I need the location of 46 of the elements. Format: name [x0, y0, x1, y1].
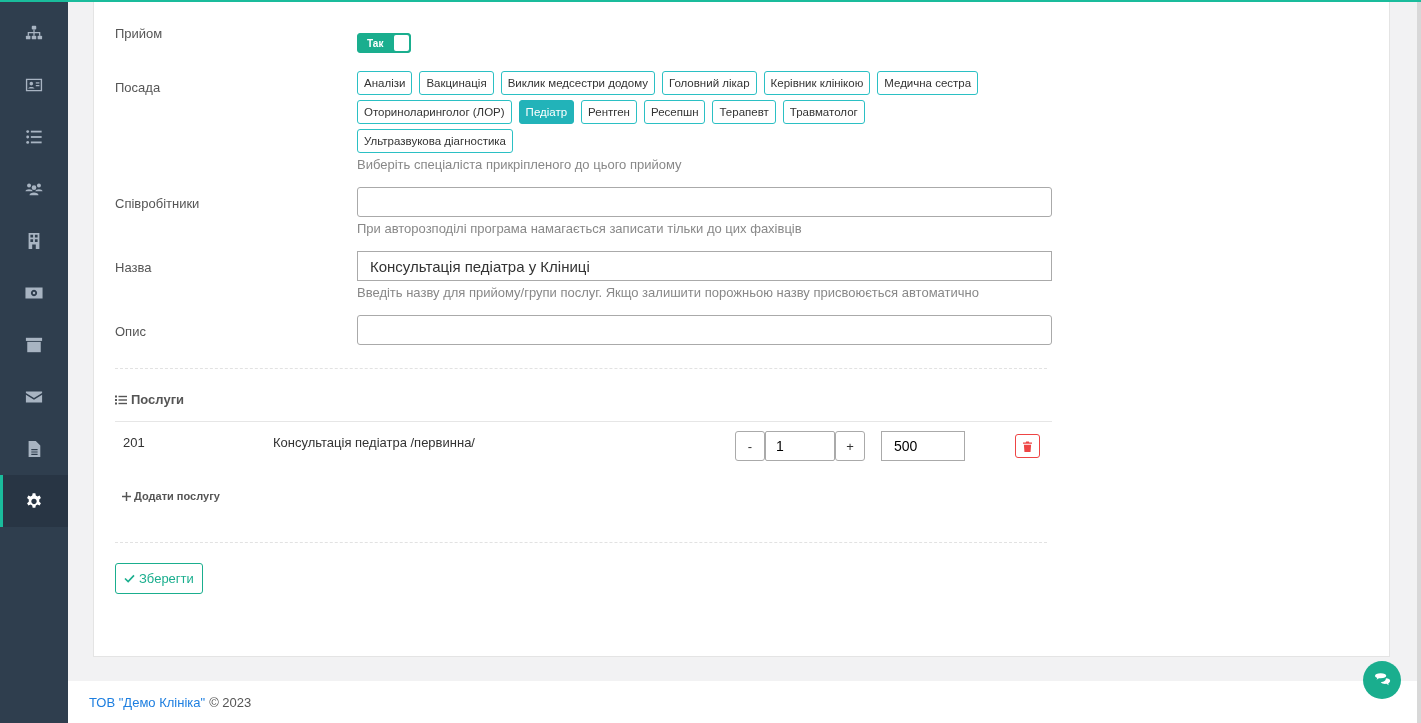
field-label: Прийом: [115, 25, 164, 43]
settings-icon: [25, 492, 43, 510]
field-label: Посада: [115, 79, 162, 97]
help-text: Введіть назву для прийому/групи послуг. Якщо залишити порожньою назву присвоюється автоматично: [357, 285, 980, 300]
position-option[interactable]: Аналізи: [357, 71, 413, 95]
sidebar-item[interactable]: [0, 475, 68, 527]
quantity-field[interactable]: 1: [765, 431, 835, 461]
description-field[interactable]: [357, 315, 1052, 345]
service-name: Консультація педіатра /первинна/: [273, 434, 476, 450]
position-option[interactable]: Виклик медсестри додому: [500, 71, 655, 95]
increase-button[interactable]: +: [835, 431, 865, 461]
position-option[interactable]: Рентген: [581, 100, 637, 124]
add-service-link[interactable]: Додати послугу: [122, 490, 220, 502]
chat-button[interactable]: [1363, 661, 1401, 699]
list-icon: [25, 128, 43, 146]
help-text: При авторозподілі програма намагається записати тільки до цих фахівців: [357, 221, 803, 236]
field-label: Назва: [115, 259, 153, 277]
field-label: Співробітники: [115, 195, 201, 213]
position-option[interactable]: Вакцинація: [419, 71, 494, 95]
checkmark-icon: [124, 574, 135, 583]
position-option[interactable]: Медична сестра: [877, 71, 979, 95]
position-option[interactable]: Ультразвукова діагностика: [357, 129, 513, 153]
trash-icon: [1023, 440, 1032, 452]
delete-button[interactable]: [1015, 434, 1040, 458]
chat-bubbles-icon: [1373, 673, 1391, 687]
field-label: Опис: [115, 323, 147, 341]
archive-box-icon: [25, 336, 43, 354]
sitemap-icon: [25, 24, 43, 42]
position-option[interactable]: Травматолог: [782, 100, 865, 124]
help-text: Виберіть спеціаліста прикріпленого до цього прийому: [357, 157, 683, 172]
section-title: Послуги: [131, 392, 185, 407]
position-option[interactable]: Головний лікар: [661, 71, 757, 95]
employees-field[interactable]: [357, 187, 1052, 217]
list-icon: [115, 394, 127, 405]
service-code: 201: [123, 434, 146, 450]
copyright-text: © 2023: [209, 694, 252, 710]
id-card-icon: [25, 76, 43, 94]
position-option[interactable]: Ресепшн: [643, 100, 706, 124]
position-option[interactable]: Керівник клінікою: [763, 71, 871, 95]
plus-icon: [122, 491, 131, 501]
position-option[interactable]: Оториноларинголог (ЛОР): [357, 100, 512, 124]
price-field[interactable]: 500: [881, 431, 965, 461]
position-option[interactable]: Терапевт: [712, 100, 776, 124]
decrease-button[interactable]: -: [735, 431, 765, 461]
name-field[interactable]: Консультація педіатра у Кліниці: [357, 251, 1052, 281]
company-link[interactable]: ТОВ "Демо Клініка": [89, 694, 206, 710]
